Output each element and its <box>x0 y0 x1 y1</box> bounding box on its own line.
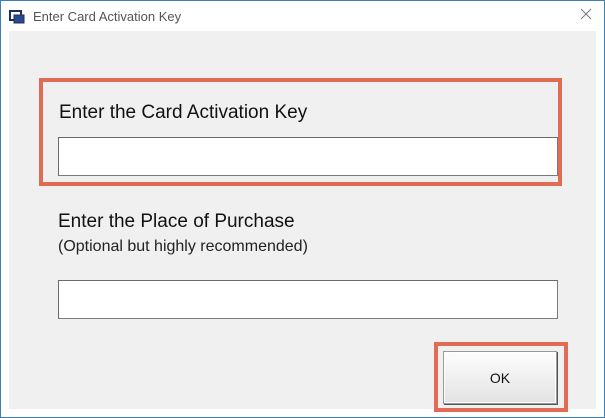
app-card-icon <box>9 10 25 24</box>
close-button[interactable] <box>568 1 604 31</box>
purchase-place-label: Enter the Place of Purchase <box>58 211 295 232</box>
activation-key-input[interactable] <box>58 137 558 176</box>
activation-key-label: Enter the Card Activation Key <box>59 102 308 123</box>
dialog-window: Enter Card Activation Key Enter the Card… <box>0 0 605 418</box>
title-bar: Enter Card Activation Key <box>1 1 604 31</box>
purchase-place-hint: (Optional but highly recommended) <box>58 238 308 255</box>
close-icon <box>580 7 592 25</box>
window-title: Enter Card Activation Key <box>33 9 182 24</box>
ok-button[interactable]: OK <box>443 351 557 404</box>
purchase-place-input[interactable] <box>58 280 558 319</box>
